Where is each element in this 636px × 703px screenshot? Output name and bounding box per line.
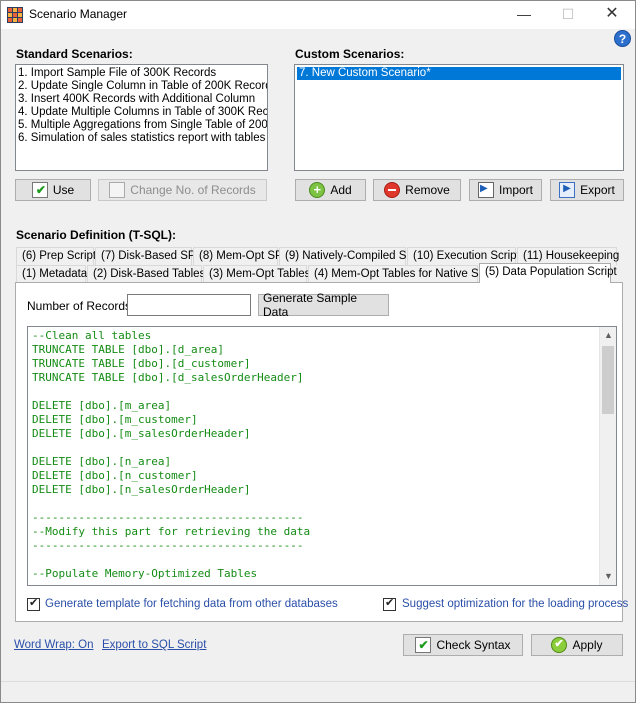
import-icon (477, 182, 494, 198)
tab-mem-opt-sp[interactable]: (8) Mem-Opt SP (193, 247, 283, 265)
app-grid-icon (7, 7, 23, 23)
list-item[interactable]: 4. Update Multiple Columns in Table of 3… (16, 106, 267, 119)
scenario-manager-window: Scenario Manager — ☐ ✕ ? Standard Scenar… (0, 0, 636, 703)
custom-scenarios-list[interactable]: 7. New Custom Scenario* (294, 64, 624, 171)
help-icon[interactable]: ? (614, 30, 631, 47)
export-icon (559, 182, 576, 198)
generate-button-label: Generate Sample Data (263, 291, 358, 319)
check-syntax-icon (415, 637, 432, 653)
code-line: TRUNCATE TABLE [dbo].[d_salesOrderHeader… (32, 371, 304, 384)
use-button[interactable]: Use (15, 179, 91, 201)
export-button[interactable]: Export (550, 179, 624, 201)
suggest-optimization-label[interactable]: Suggest optimization for the loading pro… (402, 598, 628, 610)
tab-metadata[interactable]: (1) Metadata (16, 265, 87, 283)
code-line: DELETE [dbo].[m_area] (32, 399, 172, 412)
list-item[interactable]: 6. Simulation of sales statistics report… (16, 132, 267, 145)
code-line: DELETE [dbo].[n_area] (32, 455, 172, 468)
remove-button[interactable]: Remove (373, 179, 461, 201)
list-item[interactable]: 3. Insert 400K Records with Additional C… (16, 93, 267, 106)
scroll-thumb[interactable] (602, 346, 614, 414)
add-icon: + (309, 182, 326, 198)
code-line: DELETE [dbo].[n_customer] (32, 469, 198, 482)
code-line: DELETE [dbo].[n_salesOrderHeader] (32, 483, 251, 496)
records-icon (109, 182, 126, 198)
standard-scenarios-list[interactable]: 1. Import Sample File of 300K Records 2.… (15, 64, 268, 171)
check-syntax-button[interactable]: Check Syntax (403, 634, 523, 656)
code-line: DELETE [dbo].[m_salesOrderHeader] (32, 427, 251, 440)
custom-scenarios-label: Custom Scenarios: (295, 47, 405, 61)
tab-disk-based-tables[interactable]: (2) Disk-Based Tables (87, 265, 205, 283)
list-item[interactable]: 5. Multiple Aggregations from Single Tab… (16, 119, 267, 132)
standard-scenarios-label: Standard Scenarios: (16, 47, 133, 61)
sql-code-editor[interactable]: --Clean all tables TRUNCATE TABLE [dbo].[… (27, 326, 617, 586)
status-divider (1, 681, 635, 682)
code-line: ----------------------------------------… (32, 539, 304, 552)
apply-icon (551, 637, 568, 653)
tab-data-population-script[interactable]: (5) Data Population Script (479, 263, 617, 283)
scroll-down-icon[interactable]: ▼ (600, 568, 616, 585)
change-records-button: Change No. of Records (98, 179, 267, 201)
use-icon (31, 182, 48, 198)
minimize-button[interactable]: — (509, 4, 539, 24)
apply-label: Apply (572, 638, 603, 652)
export-sql-link[interactable]: Export to SQL Script (102, 639, 206, 651)
code-line: TRUNCATE TABLE [dbo].[d_area] (32, 343, 225, 356)
definition-label: Scenario Definition (T-SQL): (16, 228, 177, 242)
tab-mem-opt-tables[interactable]: (3) Mem-Opt Tables (203, 265, 310, 283)
vertical-scrollbar[interactable]: ▲ ▼ (599, 327, 616, 585)
code-text: --Clean all tables TRUNCATE TABLE [dbo].[… (32, 329, 310, 581)
scroll-up-icon[interactable]: ▲ (600, 327, 616, 344)
tab-disk-based-sp[interactable]: (7) Disk-Based SP (95, 247, 196, 265)
code-line: --Populate Memory-Optimized Tables (32, 567, 258, 580)
code-line: --Modify this part for retrieving the da… (32, 525, 311, 538)
add-button[interactable]: + Add (295, 179, 366, 201)
list-item[interactable]: 2. Update Single Column in Table of 200K… (16, 80, 267, 93)
apply-button[interactable]: Apply (531, 634, 623, 656)
list-item[interactable]: 1. Import Sample File of 300K Records (16, 67, 267, 80)
window-title: Scenario Manager (29, 7, 128, 21)
import-button-label: Import (498, 183, 533, 197)
list-item[interactable]: 7. New Custom Scenario* (297, 67, 621, 80)
code-line: ----------------------------------------… (32, 511, 304, 524)
tab-natively-compiled-sp[interactable]: (9) Natively-Compiled SP (279, 247, 414, 265)
change-records-button-label: Change No. of Records (130, 183, 256, 197)
close-button[interactable]: ✕ (597, 4, 627, 24)
suggest-optimization-checkbox[interactable] (383, 596, 396, 611)
export-button-label: Export (580, 183, 615, 197)
add-button-label: Add (330, 183, 352, 197)
records-label: Number of Records: (27, 299, 135, 313)
check-syntax-label: Check Syntax (436, 638, 511, 652)
remove-icon (384, 182, 401, 198)
import-button[interactable]: Import (469, 179, 542, 201)
code-line: TRUNCATE TABLE [dbo].[d_customer] (32, 357, 251, 370)
records-input[interactable] (127, 294, 251, 316)
generate-template-label[interactable]: Generate template for fetching data from… (45, 598, 338, 610)
word-wrap-link[interactable]: Word Wrap: On (14, 639, 93, 651)
generate-template-checkbox[interactable] (27, 596, 40, 611)
tab-mem-opt-tables-native[interactable]: (4) Mem-Opt Tables for Native SP (308, 265, 486, 283)
code-line: --Clean all tables (32, 329, 152, 342)
maximize-button: ☐ (561, 6, 575, 22)
generate-sample-data-button[interactable]: Generate Sample Data (258, 291, 389, 319)
use-button-label: Use (52, 183, 75, 197)
code-line: DELETE [dbo].[m_customer] (32, 413, 198, 426)
tab-prep-script[interactable]: (6) Prep Script (16, 247, 96, 265)
title-bar: Scenario Manager — ☐ ✕ (1, 1, 635, 29)
remove-button-label: Remove (405, 183, 450, 197)
